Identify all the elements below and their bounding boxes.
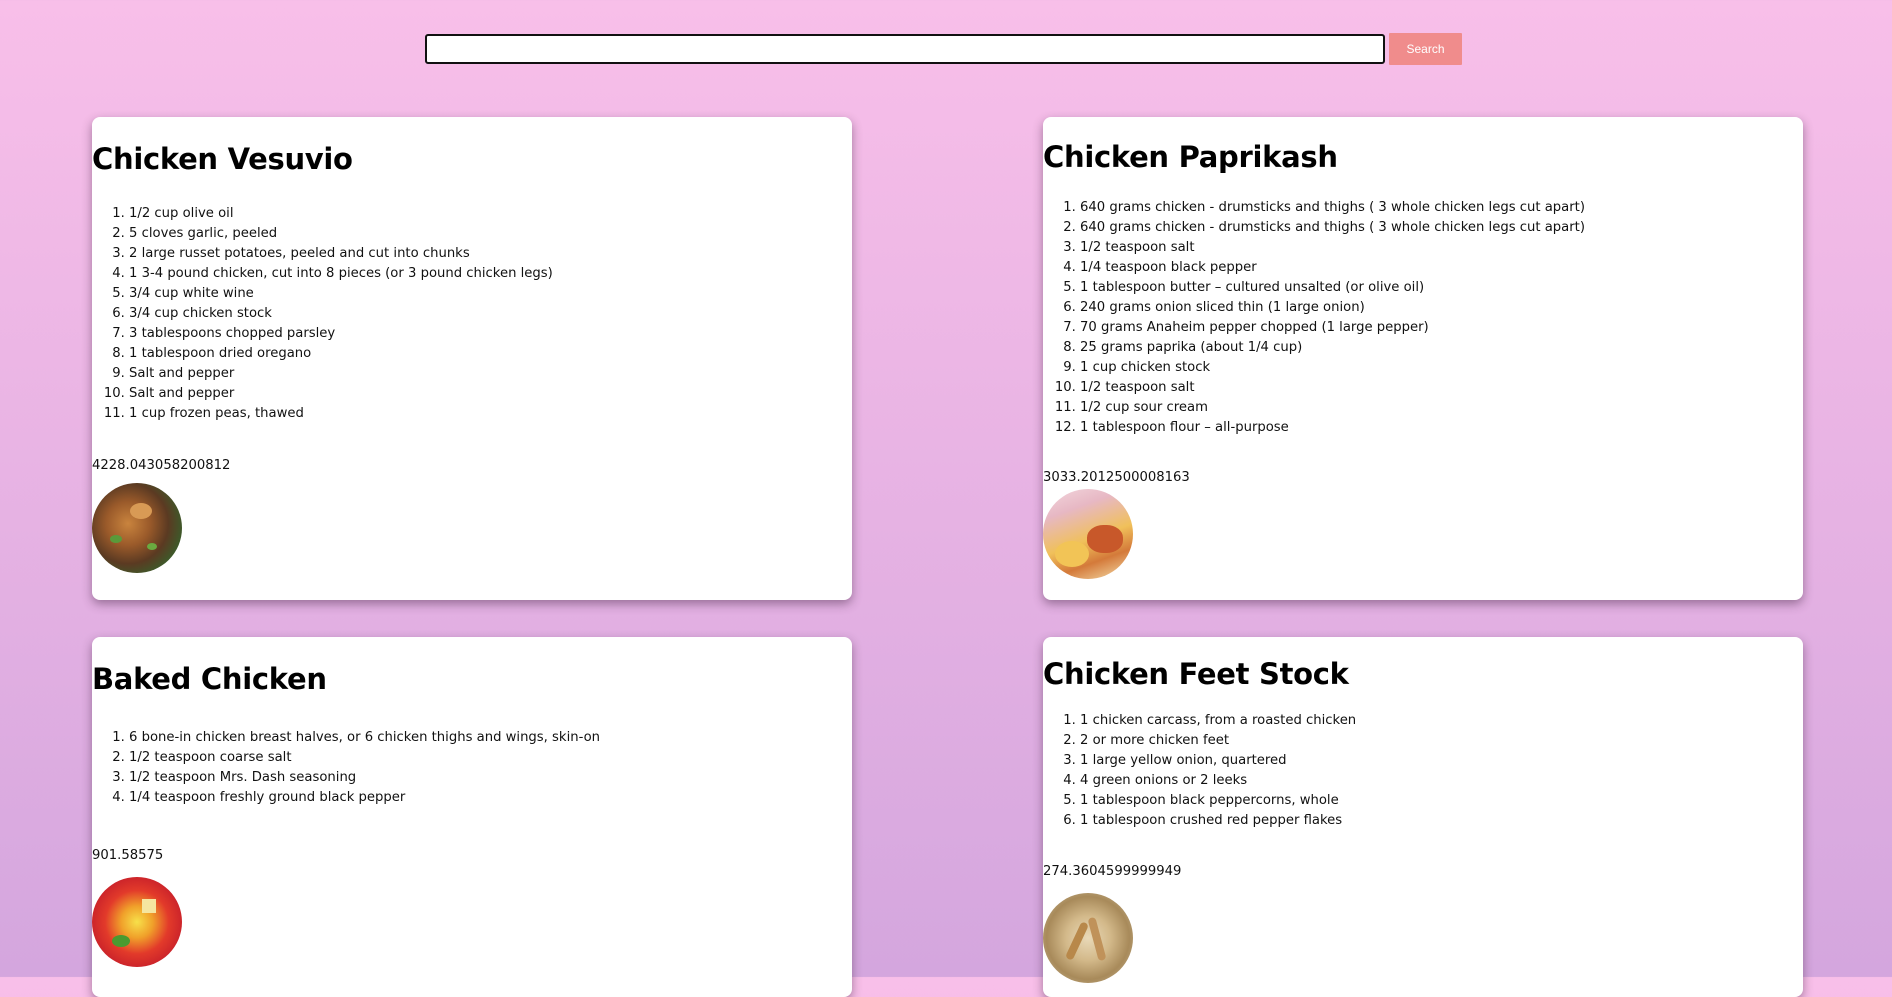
ingredient-item: 1 cup frozen peas, thawed xyxy=(129,404,852,424)
recipe-title: Chicken Vesuvio xyxy=(92,142,353,176)
recipe-image xyxy=(92,483,182,573)
ingredient-item: 1 tablespoon flour – all-purpose xyxy=(1080,418,1803,438)
ingredient-item: 1 tablespoon black peppercorns, whole xyxy=(1080,791,1803,811)
search-input[interactable] xyxy=(425,34,1385,64)
ingredient-item: 1/2 teaspoon coarse salt xyxy=(129,748,852,768)
ingredient-item: 1 chicken carcass, from a roasted chicke… xyxy=(1080,711,1803,731)
ingredient-item: 1/4 teaspoon black pepper xyxy=(1080,258,1803,278)
recipe-card: Chicken Vesuvio 1/2 cup olive oil 5 clov… xyxy=(92,117,852,600)
ingredient-item: 3/4 cup chicken stock xyxy=(129,304,852,324)
ingredient-item: 1 tablespoon crushed red pepper flakes xyxy=(1080,811,1803,831)
ingredient-item: 1/2 cup sour cream xyxy=(1080,398,1803,418)
ingredient-item: 3/4 cup white wine xyxy=(129,284,852,304)
ingredient-list: 1/2 cup olive oil 5 cloves garlic, peele… xyxy=(92,204,852,424)
recipe-card: Chicken Feet Stock 1 chicken carcass, fr… xyxy=(1043,637,1803,997)
ingredient-item: 2 or more chicken feet xyxy=(1080,731,1803,751)
ingredient-item: 4 green onions or 2 leeks xyxy=(1080,771,1803,791)
ingredient-item: 70 grams Anaheim pepper chopped (1 large… xyxy=(1080,318,1803,338)
ingredient-item: 1/2 teaspoon salt xyxy=(1080,238,1803,258)
recipe-card: Baked Chicken 6 bone-in chicken breast h… xyxy=(92,637,852,997)
ingredient-item: 5 cloves garlic, peeled xyxy=(129,224,852,244)
ingredient-item: 1 cup chicken stock xyxy=(1080,358,1803,378)
ingredient-item: 3 tablespoons chopped parsley xyxy=(129,324,852,344)
ingredient-item: 25 grams paprika (about 1/4 cup) xyxy=(1080,338,1803,358)
search-bar: Search xyxy=(425,33,1462,65)
ingredient-item: 6 bone-in chicken breast halves, or 6 ch… xyxy=(129,728,852,748)
ingredient-item: 2 large russet potatoes, peeled and cut … xyxy=(129,244,852,264)
calories-value: 4228.043058200812 xyxy=(92,458,231,473)
recipe-card: Chicken Paprikash 640 grams chicken - dr… xyxy=(1043,117,1803,600)
ingredient-item: 1/2 cup olive oil xyxy=(129,204,852,224)
ingredient-item: 1/2 teaspoon salt xyxy=(1080,378,1803,398)
ingredient-item: 1/2 teaspoon Mrs. Dash seasoning xyxy=(129,768,852,788)
recipe-title: Chicken Paprikash xyxy=(1043,140,1338,174)
calories-value: 274.3604599999949 xyxy=(1043,864,1182,879)
ingredient-item: 1 tablespoon dried oregano xyxy=(129,344,852,364)
ingredient-item: 1/4 teaspoon freshly ground black pepper xyxy=(129,788,852,808)
search-button[interactable]: Search xyxy=(1389,33,1462,65)
ingredient-item: 1 tablespoon butter – cultured unsalted … xyxy=(1080,278,1803,298)
ingredient-list: 1 chicken carcass, from a roasted chicke… xyxy=(1043,711,1803,831)
calories-value: 901.58575 xyxy=(92,848,164,863)
ingredient-item: 1 large yellow onion, quartered xyxy=(1080,751,1803,771)
recipe-title: Baked Chicken xyxy=(92,662,327,696)
ingredient-list: 640 grams chicken - drumsticks and thigh… xyxy=(1043,198,1803,438)
ingredient-list: 6 bone-in chicken breast halves, or 6 ch… xyxy=(92,728,852,808)
ingredient-item: Salt and pepper xyxy=(129,384,852,404)
ingredient-item: 240 grams onion sliced thin (1 large oni… xyxy=(1080,298,1803,318)
ingredient-item: 1 3-4 pound chicken, cut into 8 pieces (… xyxy=(129,264,852,284)
ingredient-item: 640 grams chicken - drumsticks and thigh… xyxy=(1080,218,1803,238)
calories-value: 3033.2012500008163 xyxy=(1043,470,1190,485)
recipe-image xyxy=(92,877,182,967)
ingredient-item: 640 grams chicken - drumsticks and thigh… xyxy=(1080,198,1803,218)
recipe-image xyxy=(1043,893,1133,983)
recipe-title: Chicken Feet Stock xyxy=(1043,657,1349,691)
recipe-image xyxy=(1043,489,1133,579)
ingredient-item: Salt and pepper xyxy=(129,364,852,384)
